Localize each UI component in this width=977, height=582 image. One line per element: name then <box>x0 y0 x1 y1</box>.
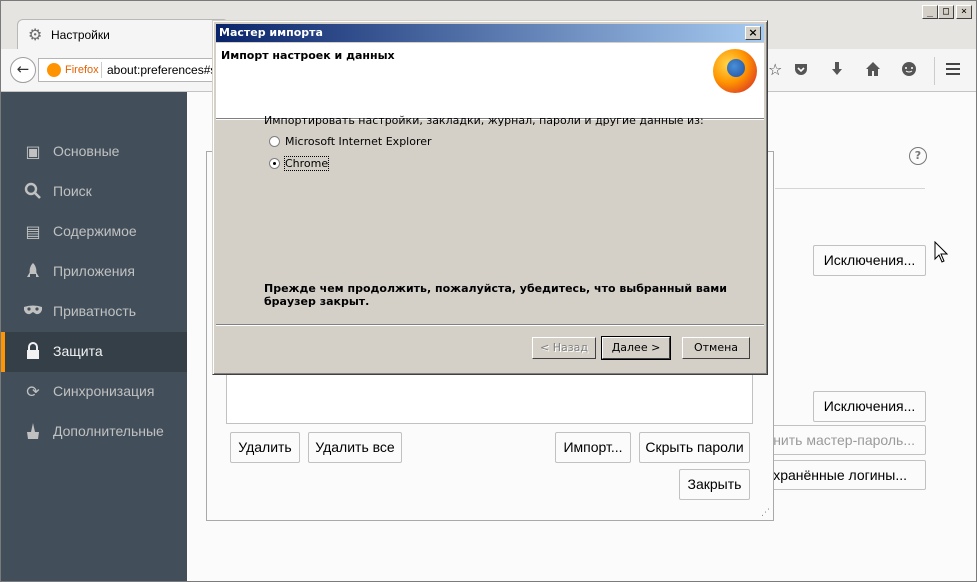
sidebar-item-label: Основные <box>53 143 120 159</box>
wizard-title: Мастер импорта <box>219 26 323 39</box>
back-wizard-button[interactable]: < Назад <box>532 337 596 359</box>
search-icon <box>23 182 43 205</box>
import-button[interactable]: Импорт... <box>555 432 631 463</box>
tab-settings[interactable]: ⚙ Настройки <box>17 19 229 51</box>
chat-icon[interactable] <box>901 61 917 81</box>
wizard-heading: Импорт настроек и данных <box>221 49 395 62</box>
security-lock-icon <box>23 342 43 365</box>
sync-icon: ⟳ <box>26 382 40 401</box>
sidebar-item-sync[interactable]: ⟳ Синхронизация <box>1 372 187 412</box>
radio-internet-explorer[interactable] <box>269 136 280 147</box>
back-button[interactable]: ← <box>10 57 36 83</box>
close-button[interactable]: Закрыть <box>679 469 750 500</box>
close-window-button[interactable]: × <box>956 5 972 19</box>
sidebar-item-label: Содержимое <box>53 223 137 239</box>
sidebar-item-advanced[interactable]: Дополнительные <box>1 412 187 452</box>
toolbar-divider <box>934 57 935 85</box>
browser-window: ⚙ Настройки _ □ × ← Firefox about:prefer… <box>0 0 977 582</box>
wizard-prompt: Импортировать настройки, закладки, журна… <box>264 114 704 127</box>
downloads-icon[interactable] <box>829 61 845 81</box>
gear-icon: ⚙ <box>28 25 43 44</box>
sidebar-item-label: Синхронизация <box>53 383 155 399</box>
minimize-button[interactable]: _ <box>922 5 938 19</box>
wizard-warning-line1: Прежде чем продолжить, пожалуйста, убеди… <box>264 282 727 295</box>
sidebar-item-applications[interactable]: Приложения <box>1 252 187 292</box>
change-master-password-button[interactable]: нить мастер-пароль... <box>771 425 926 455</box>
option-chrome[interactable]: Chrome <box>283 156 330 171</box>
applications-icon <box>23 262 43 285</box>
wizard-warning-line2: браузер закрыт. <box>264 295 370 308</box>
home-icon[interactable] <box>865 61 881 81</box>
exceptions-button-2[interactable]: Исключения... <box>813 391 926 422</box>
mouse-pointer-icon <box>934 240 949 266</box>
sidebar-item-label: Приватность <box>53 303 137 319</box>
bookmark-star-icon[interactable]: ☆ <box>768 61 782 79</box>
sidebar-item-general[interactable]: ▣ Основные <box>1 132 187 172</box>
sidebar-item-privacy[interactable]: Приватность <box>1 292 187 332</box>
exceptions-button[interactable]: Исключения... <box>813 245 926 276</box>
menu-hamburger-icon[interactable] <box>945 61 961 81</box>
option-internet-explorer[interactable]: Microsoft Internet Explorer <box>285 135 432 148</box>
help-icon[interactable]: ? <box>909 147 927 165</box>
cancel-button[interactable]: Отмена <box>682 337 750 359</box>
url-text[interactable]: about:preferences#se <box>107 63 223 77</box>
next-button[interactable]: Далее > <box>601 336 671 360</box>
wizard-close-button[interactable]: × <box>745 26 761 40</box>
resize-grip-icon[interactable]: ⋰ <box>761 509 770 518</box>
saved-logins-button[interactable]: хранённые логины... <box>771 460 926 490</box>
url-bar[interactable]: Firefox about:preferences#se <box>38 58 228 82</box>
sidebar-item-content[interactable]: ▤ Содержимое <box>1 212 187 252</box>
firefox-identity-icon <box>47 63 61 77</box>
url-separator <box>101 62 102 78</box>
wizard-footer-divider <box>216 324 764 326</box>
sidebar-item-security[interactable]: Защита <box>1 332 187 372</box>
privacy-mask-icon <box>23 302 43 322</box>
import-wizard: Мастер импорта × Импорт настроек и данны… <box>212 20 768 375</box>
content-icon: ▤ <box>25 222 41 241</box>
sidebar-item-label: Дополнительные <box>53 423 164 439</box>
firefox-logo-icon <box>713 49 757 93</box>
sidebar-item-label: Защита <box>53 343 103 359</box>
pocket-icon[interactable] <box>793 61 809 81</box>
delete-all-button[interactable]: Удалить все <box>308 432 402 463</box>
hide-passwords-button[interactable]: Скрыть пароли <box>639 432 750 463</box>
wizard-titlebar[interactable]: Мастер импорта × <box>216 24 764 42</box>
identity-label: Firefox <box>65 64 99 76</box>
radio-chrome[interactable] <box>269 158 280 169</box>
wizard-header: Импорт настроек и данных <box>216 43 764 118</box>
maximize-button[interactable]: □ <box>938 5 954 19</box>
preferences-sidebar: ▣ Основные Поиск ▤ Содержимое Приложения… <box>1 92 187 581</box>
general-icon: ▣ <box>25 142 41 161</box>
back-arrow-icon: ← <box>16 60 30 78</box>
advanced-icon <box>23 422 43 445</box>
sidebar-item-search[interactable]: Поиск <box>1 172 187 212</box>
tab-label: Настройки <box>51 28 110 42</box>
delete-button[interactable]: Удалить <box>230 432 300 463</box>
sidebar-item-label: Приложения <box>53 263 135 279</box>
sidebar-item-label: Поиск <box>53 183 92 199</box>
section-divider <box>775 188 925 189</box>
